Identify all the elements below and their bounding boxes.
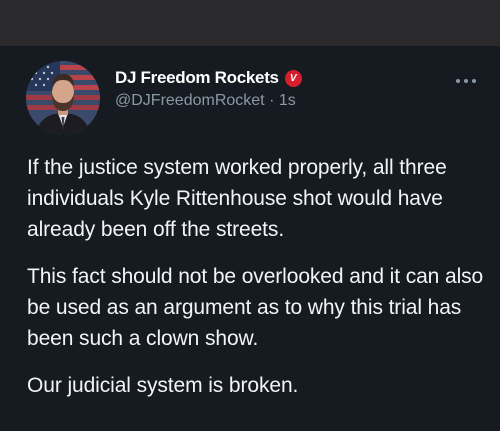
avatar[interactable] — [26, 61, 100, 135]
avatar-image — [26, 61, 100, 135]
verified-badge-icon: V — [284, 69, 302, 87]
tweet-card[interactable]: DJ Freedom Rockets V @DJFreedomRocket · … — [0, 46, 500, 431]
tweet-timestamp[interactable]: 1s — [279, 92, 296, 109]
tweet-paragraph: If the justice system worked properly, a… — [27, 156, 447, 241]
tweet-text: If the justice system worked properly, a… — [27, 152, 487, 417]
author-meta: @DJFreedomRocket · 1s — [115, 92, 296, 110]
meta-separator: · — [269, 92, 275, 109]
more-horizontal-icon[interactable] — [454, 76, 478, 86]
top-bar — [0, 0, 500, 46]
author-handle[interactable]: @DJFreedomRocket — [115, 92, 265, 109]
author-name-row: DJ Freedom Rockets V — [115, 68, 302, 88]
tweet-paragraph: Our judicial system is broken. — [27, 374, 299, 397]
author-display-name[interactable]: DJ Freedom Rockets — [115, 68, 279, 88]
tweet-paragraph: This fact should not be overlooked and i… — [27, 265, 484, 350]
